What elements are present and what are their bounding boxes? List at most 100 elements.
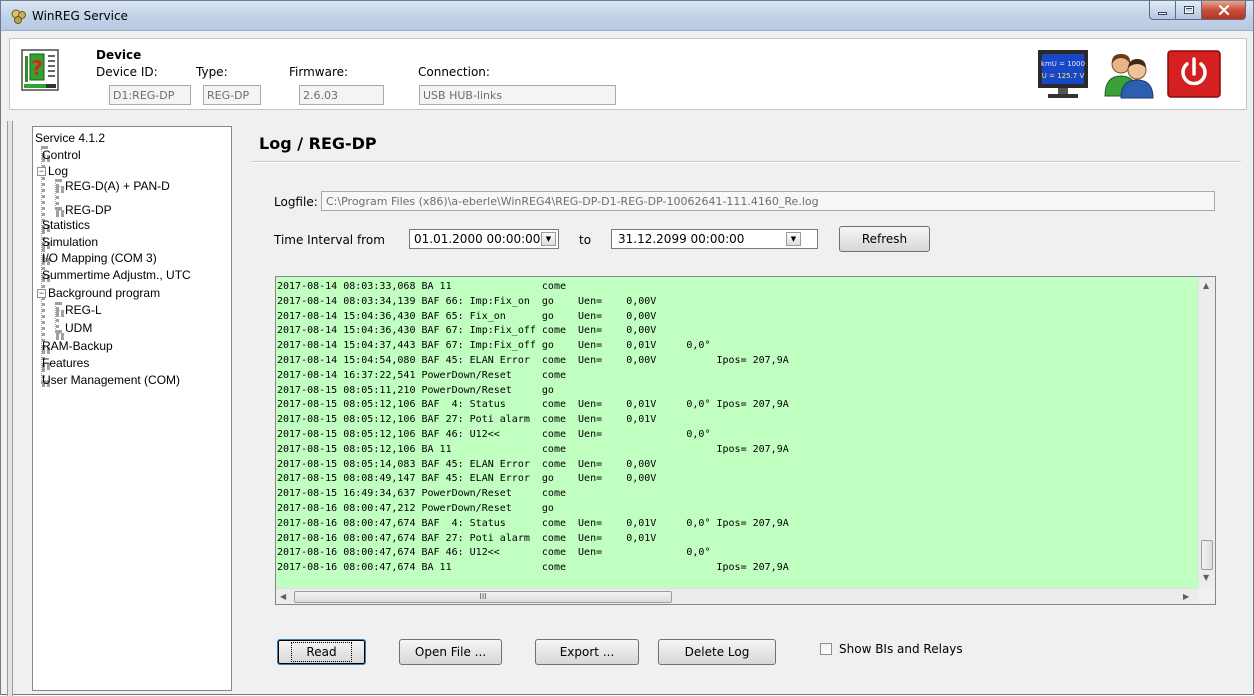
time-to-label: to [579, 233, 592, 247]
gear-cluster-icon [11, 9, 26, 24]
firmware-field: 2.6.03 [299, 85, 384, 105]
firmware-label: Firmware: [289, 65, 349, 79]
tree-item-log-regdp[interactable]: REG-DP [65, 203, 112, 218]
tree-item-simulation[interactable]: Simulation [42, 235, 98, 250]
power-button[interactable] [1165, 48, 1223, 100]
chevron-down-icon[interactable]: ▼ [786, 232, 801, 246]
tree-item-io-mapping[interactable]: I/O Mapping (COM 3) [42, 251, 157, 266]
horizontal-scrollbar[interactable]: ◀ III ▶ [276, 588, 1199, 604]
log-line: 2017-08-14 15:04:36,430 BAF 67: Imp:Fix_… [277, 325, 657, 337]
tree-item-statistics[interactable]: Statistics [42, 218, 90, 233]
user-management-button[interactable] [1099, 48, 1157, 100]
device-id-label: Device ID: [96, 65, 158, 79]
time-from-picker[interactable]: 01.01.2000 00:00:00 ▼ [409, 229, 559, 249]
scroll-left-icon[interactable]: ◀ [280, 592, 286, 601]
log-line: 2017-08-15 08:05:12,106 BAF 27: Poti ala… [277, 414, 657, 426]
horizontal-scroll-thumb[interactable]: III [294, 591, 672, 603]
log-line: 2017-08-14 08:03:34,139 BAF 66: Imp:Fix_… [277, 295, 657, 307]
read-button[interactable]: Read [277, 639, 366, 665]
tree-line [56, 186, 64, 190]
tree-item-service[interactable]: Service 4.1.2 [35, 131, 105, 146]
time-from-value: 01.01.2000 00:00:00 [414, 232, 541, 246]
maximize-icon [1183, 6, 1194, 14]
tree-item-log-regd[interactable]: REG-D(A) + PAN-D [65, 179, 170, 194]
log-line: 2017-08-15 08:05:12,106 BAF 46: U12<< co… [277, 428, 711, 440]
window-title: WinREG Service [32, 9, 128, 23]
device-question-icon: ? [21, 49, 59, 91]
log-line: 2017-08-15 08:05:11,210 PowerDown/Reset … [277, 384, 554, 396]
tree-item-control[interactable]: Control [42, 148, 81, 163]
log-viewer: 2017-08-14 08:03:33,068 BA 11 come 2017-0… [275, 276, 1216, 605]
navigation-tree: Service 4.1.2 Control − Log REG-D(A) + P… [32, 126, 232, 691]
tree-item-bg-regl[interactable]: REG-L [65, 303, 102, 318]
show-bis-label: Show BIs and Relays [839, 642, 963, 656]
tree-item-bg-udm[interactable]: UDM [65, 321, 92, 336]
open-file-button[interactable]: Open File ... [399, 639, 502, 665]
device-id-field: D1:REG-DP [109, 85, 191, 105]
collapse-icon[interactable]: − [37, 167, 46, 176]
collapse-icon[interactable]: − [37, 289, 46, 298]
vertical-scroll-thumb[interactable] [1201, 540, 1213, 570]
monitor-button[interactable]: kmU = 1000 U = 125.7 V [1034, 48, 1092, 100]
tree-item-ram-backup[interactable]: RAM-Backup [42, 339, 113, 354]
close-icon [1218, 5, 1229, 15]
left-scroll-gutter [7, 121, 13, 696]
tree-item-log[interactable]: Log [48, 164, 68, 179]
device-header: ? Device Device ID: Type: Firmware: Conn… [9, 38, 1247, 110]
log-line: 2017-08-15 08:05:14,083 BAF 45: ELAN Err… [277, 458, 657, 470]
log-line: 2017-08-15 08:05:12,106 BA 11 come Ipos=… [277, 443, 789, 455]
users-icon [1104, 54, 1154, 99]
refresh-button[interactable]: Refresh [839, 226, 930, 252]
tree-line [55, 179, 59, 210]
connection-field: USB HUB-links [419, 85, 616, 105]
log-line: 2017-08-15 08:05:12,106 BAF 4: Status co… [277, 399, 789, 411]
vertical-scrollbar[interactable]: ▲ ▼ [1198, 277, 1215, 588]
power-icon [1167, 50, 1221, 98]
logfile-path-field[interactable]: C:\Program Files (x86)\a-eberle\WinREG4\… [321, 191, 1215, 211]
title-bar[interactable]: WinREG Service [1, 1, 1253, 31]
show-bis-relays-toggle[interactable]: Show BIs and Relays [820, 642, 963, 656]
read-button-label: Read [291, 642, 352, 662]
svg-text:?: ? [31, 56, 43, 80]
tree-item-user-management[interactable]: User Management (COM) [42, 373, 180, 388]
log-line: 2017-08-16 08:00:47,674 BAF 46: U12<< co… [277, 547, 711, 559]
maximize-button[interactable] [1176, 1, 1202, 20]
minimize-button[interactable] [1149, 1, 1176, 20]
log-content[interactable]: 2017-08-14 08:03:33,068 BA 11 come 2017-0… [276, 277, 1199, 588]
connection-label: Connection: [418, 65, 490, 79]
title-divider [251, 161, 1241, 163]
log-line: 2017-08-14 08:03:33,068 BA 11 come [277, 281, 566, 292]
device-heading: Device [96, 48, 142, 62]
scroll-down-icon[interactable]: ▼ [1203, 573, 1209, 582]
device-type-field: REG-DP [203, 85, 261, 105]
window-controls [1149, 1, 1246, 21]
monitor-line-2: U = 125.7 V [1042, 72, 1085, 80]
log-line: 2017-08-14 15:04:54,080 BAF 45: ELAN Err… [277, 354, 789, 366]
monitor-line-1: kmU = 1000 [1041, 60, 1085, 68]
log-line: 2017-08-14 16:37:22,541 PowerDown/Reset … [277, 369, 566, 381]
time-to-value: 31.12.2099 00:00:00 [618, 232, 745, 246]
monitor-icon: kmU = 1000 U = 125.7 V [1038, 50, 1088, 98]
log-line: 2017-08-15 16:49:34,637 PowerDown/Reset … [277, 488, 566, 500]
scroll-up-icon[interactable]: ▲ [1203, 281, 1209, 290]
log-line: 2017-08-16 08:00:47,212 PowerDown/Reset … [277, 502, 554, 514]
tree-item-summertime[interactable]: Summertime Adjustm., UTC [42, 268, 191, 283]
delete-log-button[interactable]: Delete Log [658, 639, 776, 665]
log-line: 2017-08-16 08:00:47,674 BAF 4: Status co… [277, 517, 789, 529]
close-button[interactable] [1202, 1, 1246, 20]
time-to-picker[interactable]: 31.12.2099 00:00:00 ▼ [611, 229, 818, 249]
tree-line [56, 210, 64, 214]
app-window: WinREG Service ? Device Device ID: Type:… [0, 0, 1254, 696]
tree-line [56, 333, 64, 337]
tree-item-features[interactable]: Features [42, 356, 89, 371]
scroll-right-icon[interactable]: ▶ [1183, 592, 1189, 601]
show-bis-checkbox[interactable] [820, 643, 832, 655]
minimize-icon [1158, 11, 1167, 15]
tree-item-background[interactable]: Background program [48, 286, 160, 301]
page-title: Log / REG-DP [259, 134, 377, 153]
chevron-down-icon[interactable]: ▼ [541, 232, 556, 246]
export-button[interactable]: Export ... [535, 639, 639, 665]
log-line: 2017-08-16 08:00:47,674 BAF 27: Poti ala… [277, 532, 657, 544]
log-line: 2017-08-14 15:04:36,430 BAF 65: Fix_on g… [277, 310, 657, 322]
log-line: 2017-08-14 15:04:37,443 BAF 67: Imp:Fix_… [277, 340, 711, 352]
